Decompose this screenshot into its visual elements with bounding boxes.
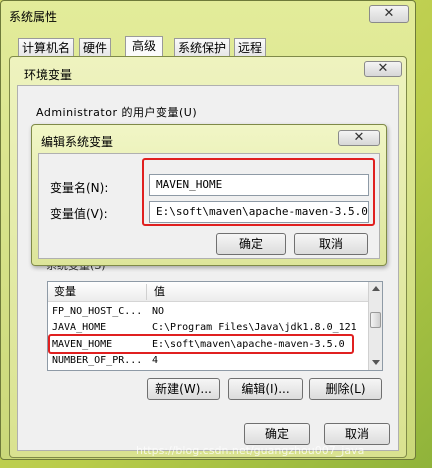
system-properties-close-button[interactable]: ✕ bbox=[369, 5, 409, 23]
highlight-box-edit-fields bbox=[142, 158, 375, 226]
scroll-down-arrow-icon[interactable] bbox=[372, 360, 380, 365]
scroll-up-arrow-icon[interactable] bbox=[372, 286, 380, 291]
table-row[interactable]: NUMBER_OF_PR... 4 bbox=[48, 353, 354, 369]
edit-cancel-button[interactable]: 取消 bbox=[294, 233, 368, 255]
environment-variables-close-button[interactable]: ✕ bbox=[364, 61, 402, 77]
variable-value: 4 bbox=[152, 355, 159, 366]
tab-remote[interactable]: 远程 bbox=[234, 38, 267, 58]
highlight-box-maven-row bbox=[48, 334, 354, 354]
variable-value: NO bbox=[152, 306, 165, 317]
variable-name-label: 变量名(N): bbox=[50, 181, 109, 195]
column-header-value[interactable]: 值 bbox=[154, 282, 165, 302]
list-header: 变量 值 bbox=[48, 282, 368, 302]
column-divider bbox=[146, 284, 147, 300]
environment-cancel-button[interactable]: 取消 bbox=[324, 423, 390, 445]
tab-system-protection[interactable]: 系统保护 bbox=[174, 38, 231, 58]
table-row[interactable]: FP_NO_HOST_C... NO bbox=[48, 304, 354, 320]
system-properties-title: 系统属性 bbox=[9, 10, 58, 24]
close-icon: ✕ bbox=[377, 61, 389, 76]
scroll-thumb[interactable] bbox=[370, 312, 381, 328]
variable-name: FP_NO_HOST_C... bbox=[52, 306, 143, 317]
edit-dialog-title: 编辑系统变量 bbox=[41, 135, 114, 149]
edit-ok-button[interactable]: 确定 bbox=[216, 233, 286, 255]
variable-value-label: 变量值(V): bbox=[50, 207, 108, 221]
vertical-scrollbar[interactable] bbox=[368, 282, 382, 370]
system-variables-list[interactable]: 变量 值 FP_NO_HOST_C... NO JAVA_HOME C:\Pro… bbox=[47, 281, 383, 371]
user-variables-group-label: Administrator 的用户变量(U) bbox=[36, 106, 198, 119]
close-icon: ✕ bbox=[353, 130, 365, 145]
close-icon: ✕ bbox=[383, 6, 395, 21]
column-header-variable[interactable]: 变量 bbox=[54, 282, 76, 302]
environment-ok-button[interactable]: 确定 bbox=[244, 423, 310, 445]
variable-name: NUMBER_OF_PR... bbox=[52, 355, 143, 366]
environment-variables-title: 环境变量 bbox=[24, 68, 73, 82]
tab-advanced[interactable]: 高级 bbox=[125, 36, 164, 58]
new-variable-button[interactable]: 新建(W)... bbox=[147, 378, 220, 400]
edit-variable-button[interactable]: 编辑(I)... bbox=[228, 378, 303, 400]
edit-dialog-close-button[interactable]: ✕ bbox=[338, 130, 380, 146]
delete-variable-button[interactable]: 删除(L) bbox=[309, 378, 382, 400]
tab-computer-name[interactable]: 计算机名 bbox=[18, 38, 75, 58]
watermark: https://blog.csdn.net/guangzhou007_java bbox=[136, 444, 365, 457]
tab-hardware[interactable]: 硬件 bbox=[79, 38, 112, 58]
